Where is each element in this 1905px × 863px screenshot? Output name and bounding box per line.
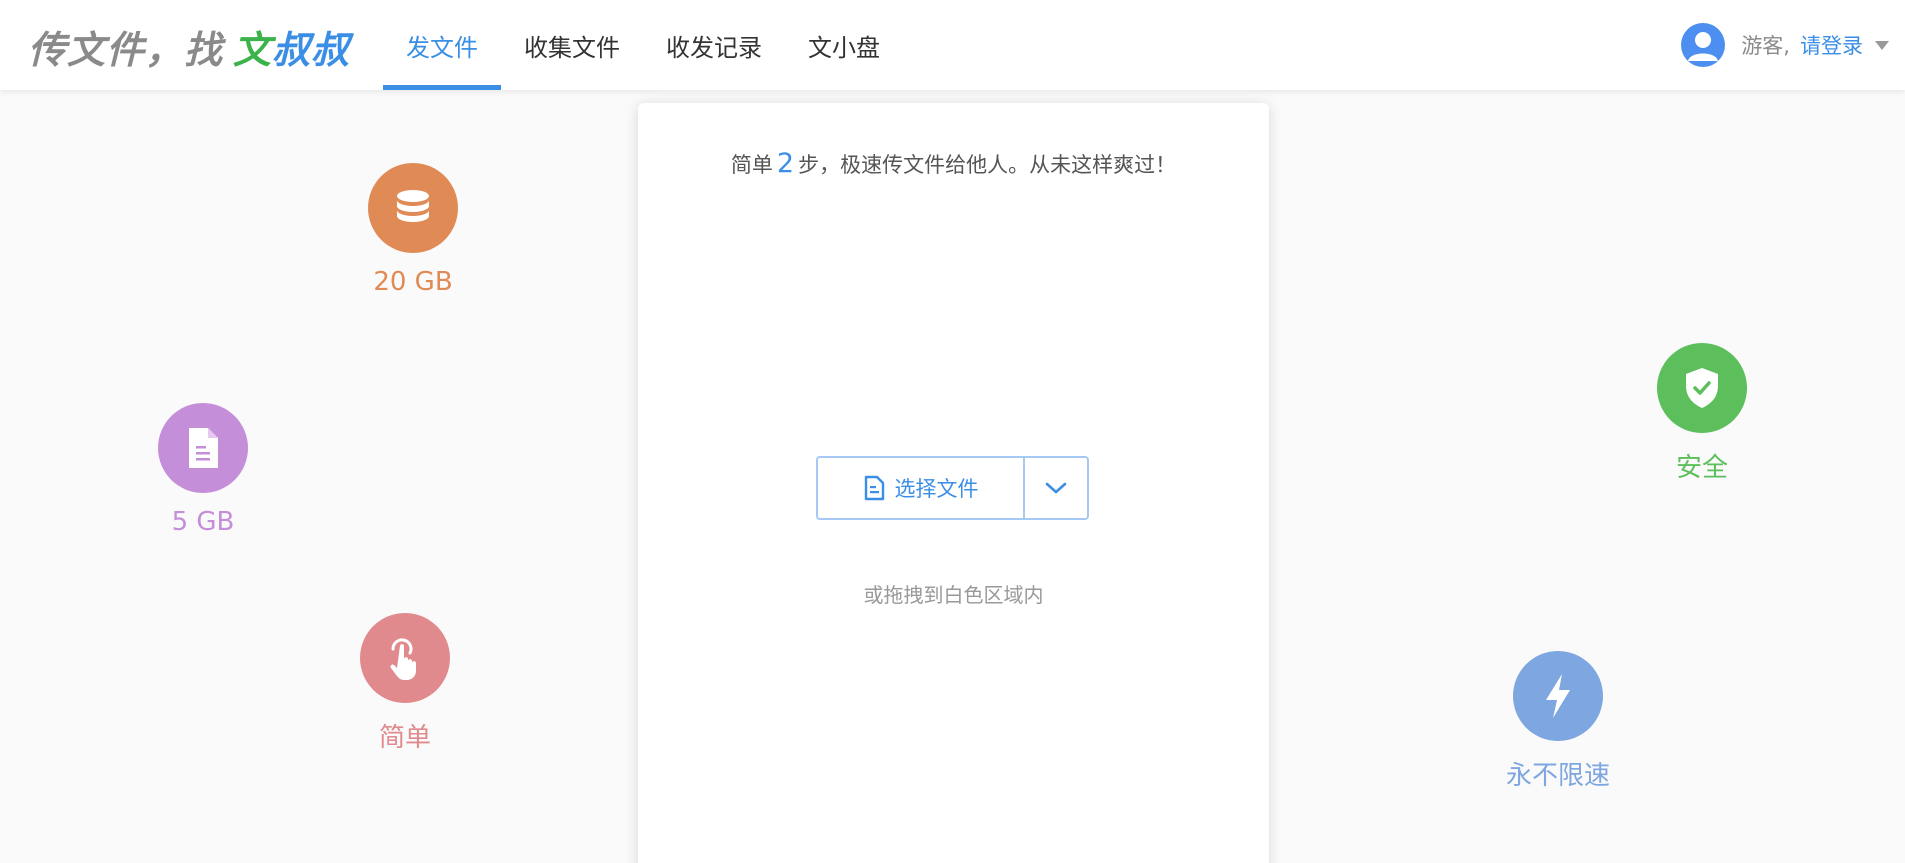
feature-secure: 安全 — [1622, 343, 1782, 484]
nav-mini-disk[interactable]: 文小盘 — [785, 0, 903, 90]
lightning-icon — [1513, 651, 1603, 741]
upload-tagline: 简单 2 步，极速传文件给他人。从未这样爽过！ — [638, 148, 1269, 179]
chevron-down-icon — [1045, 482, 1067, 494]
upload-card[interactable]: 简单 2 步，极速传文件给他人。从未这样爽过！ 选择文件 或拖拽到白色区域内 — [638, 103, 1269, 863]
guest-label: 游客, — [1741, 34, 1790, 58]
pointer-hand-icon — [360, 613, 450, 703]
nav-collect-files[interactable]: 收集文件 — [501, 0, 643, 90]
shield-check-icon — [1657, 343, 1747, 433]
logo-text-wen: 文 — [233, 27, 273, 72]
login-link[interactable]: 请登录 — [1800, 30, 1863, 60]
feature-storage: 20 GB — [333, 163, 493, 297]
upload-button-group: 选择文件 — [816, 456, 1089, 520]
database-icon — [368, 163, 458, 253]
user-menu: 游客, 请登录 — [1681, 22, 1889, 68]
document-icon — [158, 403, 248, 493]
chevron-down-icon[interactable] — [1875, 40, 1889, 50]
logo-text-shushu: 叔叔 — [272, 27, 351, 72]
main-nav: 发文件 收集文件 收发记录 文小盘 — [383, 0, 903, 90]
drag-drop-hint: 或拖拽到白色区域内 — [863, 583, 1044, 607]
logo-text-slogan: 传文件，找 — [28, 27, 224, 72]
tagline-step-count: 2 — [776, 148, 795, 179]
feature-file-size: 5 GB — [123, 403, 283, 537]
feature-speed: 永不限速 — [1478, 651, 1638, 792]
upload-options-dropdown[interactable] — [1025, 458, 1087, 518]
feature-speed-label: 永不限速 — [1505, 761, 1610, 791]
choose-file-button[interactable]: 选择文件 — [818, 458, 1025, 518]
feature-simple-label: 简单 — [378, 723, 431, 753]
tagline-prefix: 简单 — [730, 153, 773, 177]
feature-storage-label: 20 GB — [373, 267, 453, 297]
feature-file-size-label: 5 GB — [171, 507, 235, 537]
nav-send-files[interactable]: 发文件 — [383, 0, 501, 90]
feature-secure-label: 安全 — [1675, 453, 1728, 483]
top-header: 传文件，找 文叔叔 发文件 收集文件 收发记录 文小盘 游客, 请登录 — [0, 0, 1905, 90]
feature-simple: 简单 — [325, 613, 485, 754]
tagline-suffix: 步，极速传文件给他人。从未这样爽过！ — [798, 153, 1177, 177]
choose-file-label: 选择文件 — [894, 477, 979, 501]
nav-transfer-records[interactable]: 收发记录 — [643, 0, 785, 90]
avatar-icon[interactable] — [1681, 23, 1726, 67]
site-logo[interactable]: 传文件，找 文叔叔 — [28, 18, 350, 74]
file-icon — [863, 475, 885, 501]
